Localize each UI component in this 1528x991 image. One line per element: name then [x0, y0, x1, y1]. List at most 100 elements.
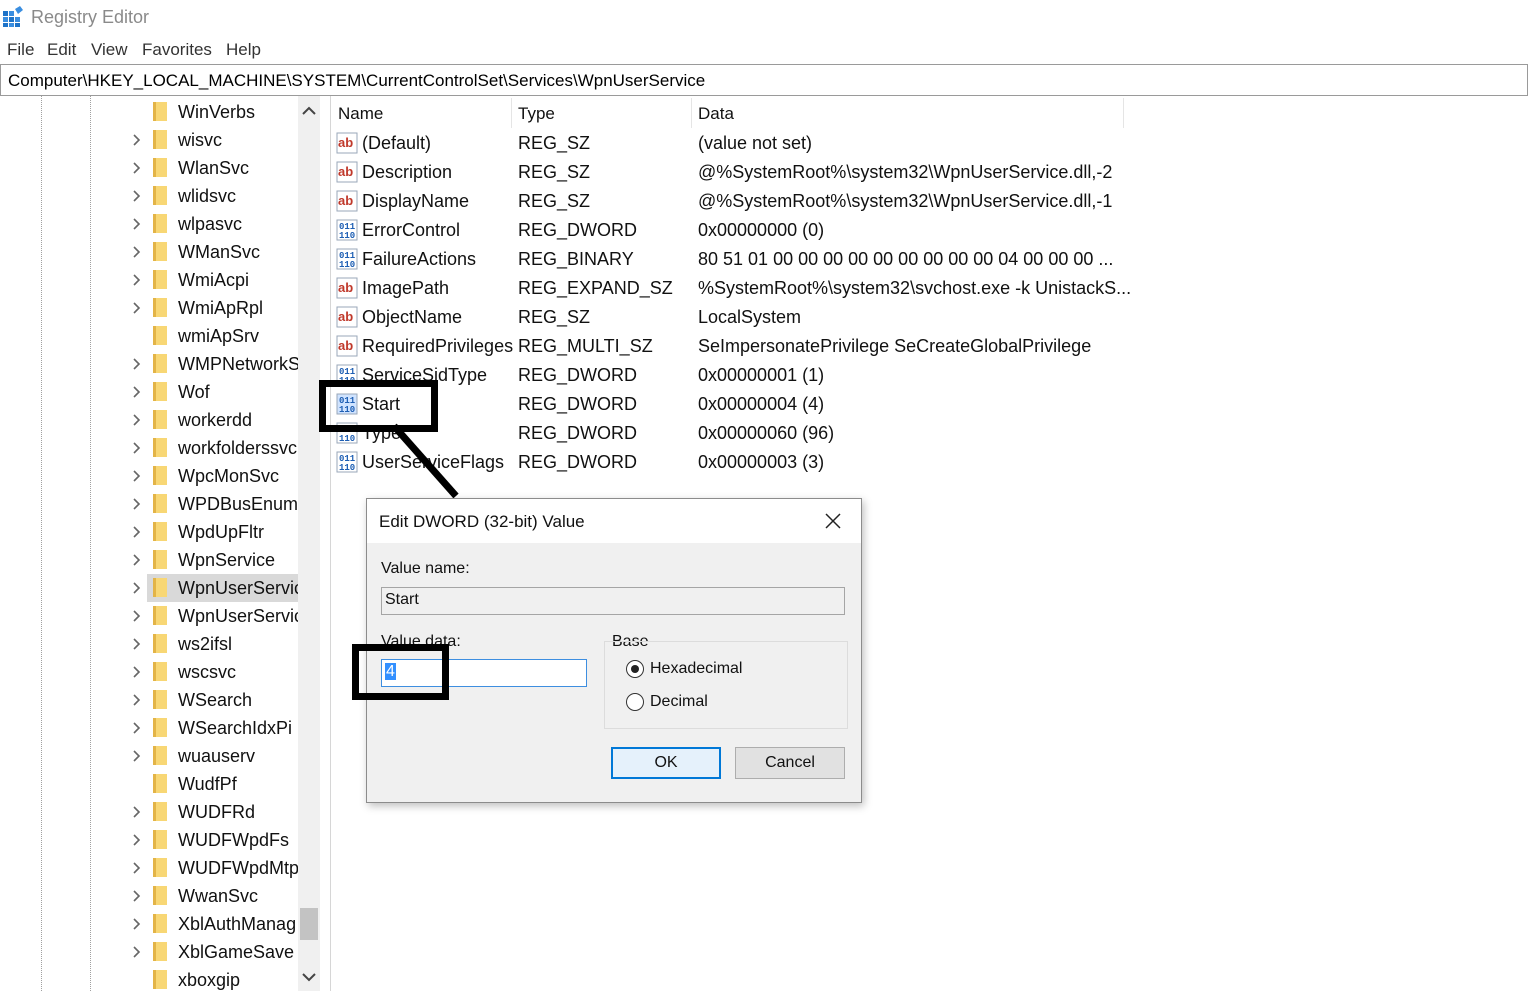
chevron-right-icon[interactable]	[131, 722, 143, 734]
chevron-right-icon[interactable]	[131, 946, 143, 958]
tree-item[interactable]: Wof	[0, 378, 298, 406]
scrollbar-thumb[interactable]	[300, 908, 318, 940]
value-row[interactable]: ab ImagePath REG_EXPAND_SZ %SystemRoot%\sys…	[331, 274, 1528, 303]
value-name-field[interactable]: Start	[381, 587, 845, 615]
menu-view[interactable]: View	[91, 40, 128, 60]
tree-item[interactable]: WpnUserServic	[0, 602, 298, 630]
value-row[interactable]: 011 110 Type REG_DWORD 0x00000060 (96)	[331, 419, 1528, 448]
tree-item[interactable]: WMPNetworkS	[0, 350, 298, 378]
tree-item[interactable]: WpcMonSvc	[0, 462, 298, 490]
scroll-up-arrow-icon[interactable]	[298, 102, 320, 120]
chevron-right-icon[interactable]	[131, 750, 143, 762]
column-header-name[interactable]: Name	[338, 104, 383, 124]
tree-item[interactable]: WwanSvc	[0, 882, 298, 910]
value-row[interactable]: ab ObjectName REG_SZ LocalSystem	[331, 303, 1528, 332]
chevron-right-icon[interactable]	[131, 526, 143, 538]
menu-favorites[interactable]: Favorites	[142, 40, 212, 60]
scroll-down-arrow-icon[interactable]	[298, 968, 320, 986]
tree-item[interactable]: workfolderssvc	[0, 434, 298, 462]
menu-edit[interactable]: Edit	[47, 40, 76, 60]
radio-hexadecimal[interactable]: Hexadecimal	[626, 659, 826, 681]
tree-item[interactable]: WinVerbs	[0, 98, 298, 126]
chevron-right-icon[interactable]	[131, 694, 143, 706]
column-header-data[interactable]: Data	[698, 104, 734, 124]
chevron-right-icon[interactable]	[131, 386, 143, 398]
chevron-right-icon[interactable]	[131, 582, 143, 594]
value-row[interactable]: 011 110 UserServiceFlags REG_DWORD 0x0000000…	[331, 448, 1528, 477]
tree-item[interactable]: WPDBusEnum	[0, 490, 298, 518]
chevron-right-icon[interactable]	[131, 470, 143, 482]
chevron-right-icon[interactable]	[131, 666, 143, 678]
chevron-right-icon[interactable]	[131, 862, 143, 874]
chevron-right-icon[interactable]	[131, 554, 143, 566]
tree-item[interactable]: WpnUserServic	[0, 574, 298, 602]
tree-item[interactable]: WmiApRpl	[0, 294, 298, 322]
chevron-right-icon[interactable]	[131, 918, 143, 930]
value-row[interactable]: 011 110 ServiceSidType REG_DWORD 0x00000001 …	[331, 361, 1528, 390]
tree-item[interactable]: WpdUpFltr	[0, 518, 298, 546]
chevron-right-icon[interactable]	[131, 890, 143, 902]
key-tree-pane[interactable]: WinVerbs wisvc WlanSvc wlidsvc wlpasvc WManSv…	[0, 96, 320, 991]
radio-decimal[interactable]: Decimal	[626, 692, 826, 714]
chevron-right-icon[interactable]	[131, 302, 143, 314]
chevron-right-icon[interactable]	[131, 834, 143, 846]
value-row[interactable]: ab Description REG_SZ @%SystemRoot%\system3…	[331, 158, 1528, 187]
tree-item[interactable]: WudfPf	[0, 770, 298, 798]
tree-item[interactable]: wisvc	[0, 126, 298, 154]
radio-button[interactable]	[626, 693, 644, 711]
tree-scrollbar[interactable]	[298, 96, 320, 991]
tree-item[interactable]: wmiApSrv	[0, 322, 298, 350]
tree-item[interactable]: WUDFRd	[0, 798, 298, 826]
tree-item[interactable]: WManSvc	[0, 238, 298, 266]
tree-item[interactable]: xboxgip	[0, 966, 298, 991]
chevron-right-icon[interactable]	[131, 610, 143, 622]
chevron-right-icon[interactable]	[131, 134, 143, 146]
cancel-button[interactable]: Cancel	[735, 747, 845, 779]
value-row[interactable]: 011 110 ErrorControl REG_DWORD 0x00000000 (0…	[331, 216, 1528, 245]
value-row[interactable]: ab DisplayName REG_SZ @%SystemRoot%\system3…	[331, 187, 1528, 216]
menu-help[interactable]: Help	[226, 40, 261, 60]
folder-icon	[153, 270, 167, 289]
chevron-right-icon[interactable]	[131, 414, 143, 426]
column-separator[interactable]	[511, 98, 512, 128]
chevron-right-icon[interactable]	[131, 638, 143, 650]
value-row[interactable]: 011 110 Start REG_DWORD 0x00000004 (4)	[331, 390, 1528, 419]
radio-button[interactable]	[626, 660, 644, 678]
tree-item[interactable]: WlanSvc	[0, 154, 298, 182]
ok-button[interactable]: OK	[611, 747, 721, 779]
tree-item[interactable]: wuauserv	[0, 742, 298, 770]
chevron-right-icon[interactable]	[131, 806, 143, 818]
tree-item[interactable]: WSearchIdxPi	[0, 714, 298, 742]
tree-item[interactable]: wlpasvc	[0, 210, 298, 238]
tree-item[interactable]: WSearch	[0, 686, 298, 714]
address-bar[interactable]: Computer\HKEY_LOCAL_MACHINE\SYSTEM\Curre…	[0, 64, 1528, 96]
pane-splitter[interactable]	[320, 96, 331, 991]
chevron-right-icon[interactable]	[131, 274, 143, 286]
column-separator[interactable]	[1123, 98, 1124, 128]
chevron-right-icon[interactable]	[131, 190, 143, 202]
chevron-right-icon[interactable]	[131, 358, 143, 370]
column-separator[interactable]	[691, 98, 692, 128]
value-row[interactable]: ab RequiredPrivileges REG_MULTI_SZ SeImpers…	[331, 332, 1528, 361]
menu-file[interactable]: File	[7, 40, 34, 60]
chevron-right-icon[interactable]	[131, 246, 143, 258]
tree-item[interactable]: ws2ifsl	[0, 630, 298, 658]
chevron-right-icon[interactable]	[131, 162, 143, 174]
address-path[interactable]: Computer\HKEY_LOCAL_MACHINE\SYSTEM\Curre…	[8, 71, 705, 91]
tree-item[interactable]: wscsvc	[0, 658, 298, 686]
chevron-right-icon[interactable]	[131, 442, 143, 454]
chevron-right-icon[interactable]	[131, 498, 143, 510]
chevron-right-icon[interactable]	[131, 218, 143, 230]
tree-item[interactable]: WpnService	[0, 546, 298, 574]
close-icon[interactable]	[821, 509, 845, 533]
tree-item[interactable]: WmiAcpi	[0, 266, 298, 294]
value-row[interactable]: ab (Default) REG_SZ (value not set)	[331, 129, 1528, 158]
tree-item[interactable]: XblAuthManag	[0, 910, 298, 938]
tree-item[interactable]: WUDFWpdMtp	[0, 854, 298, 882]
tree-item[interactable]: WUDFWpdFs	[0, 826, 298, 854]
tree-item[interactable]: XblGameSave	[0, 938, 298, 966]
tree-item[interactable]: wlidsvc	[0, 182, 298, 210]
value-row[interactable]: 011 110 FailureActions REG_BINARY 80 51 01 0…	[331, 245, 1528, 274]
column-header-type[interactable]: Type	[518, 104, 555, 124]
tree-item[interactable]: workerdd	[0, 406, 298, 434]
